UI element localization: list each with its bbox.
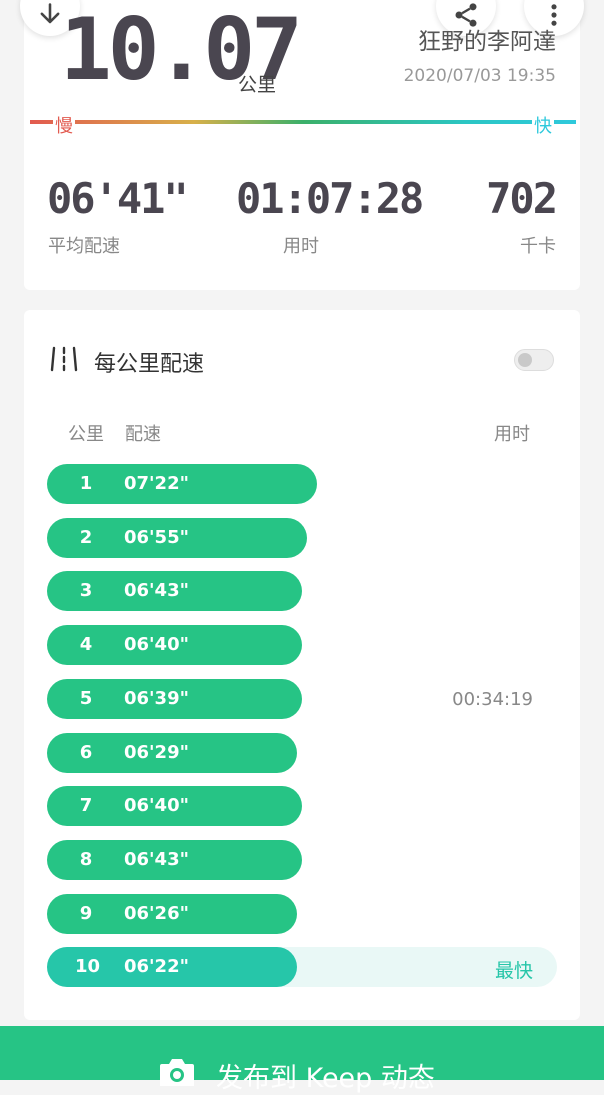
split-pace: 07'22" — [124, 473, 189, 494]
split-pace: 06'22" — [124, 956, 189, 977]
split-pace: 06'39" — [124, 688, 189, 709]
split-km: 5 — [79, 688, 93, 709]
split-km: 10 — [75, 956, 101, 977]
speed-slow-label: 慢 — [53, 112, 75, 138]
column-header-pace: 配速 — [125, 424, 161, 445]
split-row: 6 06'29" — [47, 733, 557, 773]
avg-pace-value: 06'41" — [47, 174, 189, 223]
split-pace: 06'43" — [124, 580, 189, 601]
split-pace: 06'43" — [124, 849, 189, 870]
split-km: 4 — [79, 634, 93, 655]
split-km: 9 — [79, 903, 93, 924]
splits-title: 每公里配速 — [94, 352, 205, 377]
split-km: 7 — [79, 795, 93, 816]
run-date: 2020/07/03 19:35 — [403, 66, 556, 86]
split-row: 4 06'40" — [47, 625, 557, 665]
split-pace: 06'40" — [124, 795, 189, 816]
split-km: 2 — [79, 527, 93, 548]
split-row: 8 06'43" — [47, 840, 557, 880]
split-row: 3 06'43" — [47, 571, 557, 611]
duration-value: 01:07:28 — [236, 174, 424, 223]
speed-gradient-bar — [30, 120, 576, 124]
splits-icon — [50, 346, 78, 372]
split-row: 9 06'26" — [47, 894, 557, 934]
toggle-knob — [518, 353, 532, 367]
split-km: 6 — [79, 742, 93, 763]
split-row: 5 06'39" 00:34:19 — [47, 679, 557, 719]
split-row: 10 06'22" 最快 — [47, 947, 557, 987]
split-row: 7 06'40" — [47, 786, 557, 826]
split-pace: 06'40" — [124, 634, 189, 655]
split-cumulative-time: 00:34:19 — [452, 689, 533, 710]
split-km: 3 — [79, 580, 93, 601]
split-km: 1 — [79, 473, 93, 494]
calories-value: 702 — [486, 174, 558, 223]
fastest-badge: 最快 — [494, 960, 533, 982]
runner-name[interactable]: 狂野的李阿達 — [418, 22, 556, 56]
publish-label: 发布到 Keep 动态 — [216, 1063, 435, 1094]
column-header-km: 公里 — [68, 424, 104, 445]
duration-label: 用时 — [283, 236, 319, 257]
split-pace: 06'55" — [124, 527, 189, 548]
avg-pace-label: 平均配速 — [48, 236, 120, 257]
camera-icon — [160, 1059, 194, 1086]
split-row: 1 07'22" — [47, 464, 557, 504]
calories-label: 千卡 — [520, 236, 556, 257]
distance-unit: 公里 — [238, 74, 277, 96]
splits-toggle[interactable] — [514, 349, 554, 371]
speed-fast-label: 快 — [532, 112, 554, 138]
publish-button[interactable]: 发布到 Keep 动态 — [0, 1026, 604, 1094]
column-header-time: 用时 — [494, 424, 530, 445]
split-km: 8 — [79, 849, 93, 870]
split-pace: 06'29" — [124, 742, 189, 763]
split-row: 2 06'55" — [47, 518, 557, 558]
split-pace: 06'26" — [124, 903, 189, 924]
